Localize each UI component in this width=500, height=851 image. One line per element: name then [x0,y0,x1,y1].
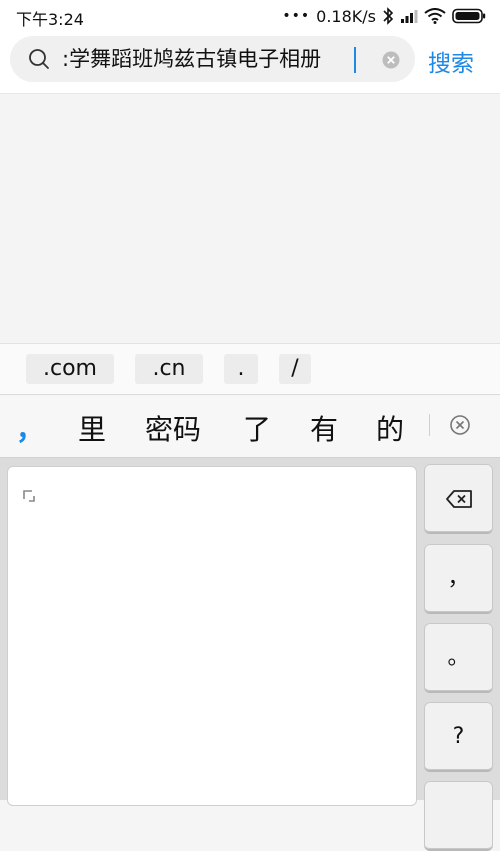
clear-icon[interactable] [382,51,400,69]
question-key[interactable]: ? [424,702,493,772]
shortcut-dot-key[interactable]: . [224,354,258,384]
content-area [0,95,500,343]
handwriting-keyboard: ， 。 ? [0,458,500,851]
status-icons: ••• 0.18K/s [282,6,486,26]
backspace-icon [445,490,472,508]
candidate-bar: ， 里 密码 了 有 的 [0,396,500,458]
search-bar: :学舞蹈班鸠兹古镇电子相册 搜索 [0,32,500,94]
search-button[interactable]: 搜索 [428,44,474,78]
shortcut-dot-com-key[interactable]: .com [26,354,114,384]
network-speed: 0.18K/s [316,6,376,26]
wifi-icon [424,8,446,24]
search-box[interactable]: :学舞蹈班鸠兹古镇电子相册 [10,36,415,82]
battery-icon [452,8,486,24]
candidate-word[interactable]: ， [16,408,44,448]
search-input[interactable]: :学舞蹈班鸠兹古镇电子相册 [56,36,361,82]
shortcut-dot-cn-key[interactable]: .cn [135,354,203,384]
collapse-keyboard-icon[interactable] [449,414,471,436]
more-dots-icon: ••• [282,8,311,24]
comma-key-label: ， [447,566,470,591]
text-cursor [354,47,356,73]
candidate-divider [429,414,430,436]
signal-icon [401,10,418,23]
candidate-word[interactable]: 有 [310,408,338,448]
bluetooth-icon [383,7,394,25]
candidate-word[interactable]: 了 [243,408,271,448]
url-shortcut-row: .com .cn . / [0,343,500,395]
shortcut-slash-key[interactable]: / [279,354,311,384]
comma-key[interactable]: ， [424,544,493,614]
backspace-key[interactable] [424,464,493,534]
next-key[interactable] [424,781,493,851]
status-time: 下午3:24 [16,10,84,29]
candidate-word[interactable]: 的 [376,408,404,448]
expand-corner-icon [23,490,35,502]
status-bar: 下午3:24 ••• 0.18K/s [0,0,500,32]
handwriting-pad[interactable] [7,466,417,806]
period-key-label: 。 [447,645,470,670]
question-key-label: ? [452,724,465,749]
candidate-word[interactable]: 里 [78,408,106,448]
candidate-word[interactable]: 密码 [145,408,201,448]
period-key[interactable]: 。 [424,623,493,693]
search-icon [29,49,49,69]
